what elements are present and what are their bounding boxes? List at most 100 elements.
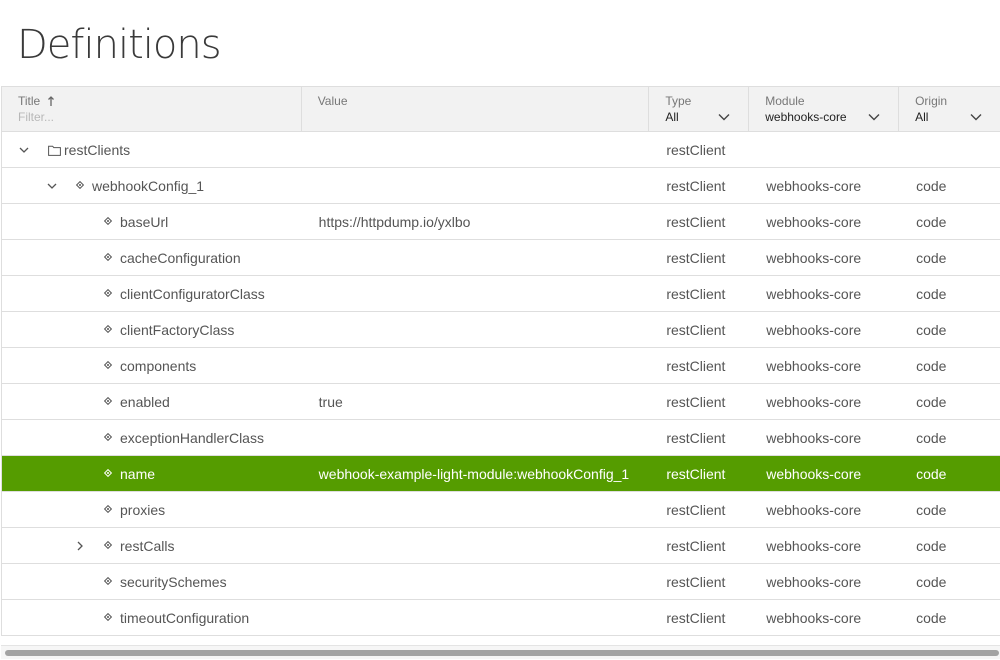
- cell-origin: code: [916, 357, 947, 374]
- cell-title: webhookConfig_1: [2, 168, 302, 203]
- table-row[interactable]: proxies restClient webhooks-core code: [2, 492, 1000, 528]
- row-title-label: cacheConfiguration: [120, 250, 241, 266]
- cell-origin: code: [916, 321, 947, 338]
- cell-origin: code: [916, 249, 947, 266]
- cell-title: proxies: [2, 492, 302, 527]
- cell-module: webhooks-core: [766, 213, 862, 230]
- cell-value: [302, 312, 650, 347]
- chevron-right-icon[interactable]: [74, 540, 86, 552]
- cell-module: webhooks-core: [766, 465, 862, 482]
- chevron-down-icon[interactable]: [718, 113, 730, 121]
- cell-origin: code: [916, 609, 947, 626]
- cell-module: webhooks-core: [766, 177, 862, 194]
- cell-title: clientFactoryClass: [2, 312, 302, 347]
- cell-origin: code: [916, 213, 947, 230]
- cell-origin: code: [916, 573, 947, 590]
- grid-body: restClients restClient webhookConfig_1 rest…: [2, 132, 1000, 636]
- cell-module: webhooks-core: [766, 537, 862, 554]
- cell-type: restClient: [666, 357, 726, 374]
- cell-title: restClients: [2, 132, 302, 167]
- chevron-down-icon[interactable]: [18, 144, 30, 156]
- cell-title: clientConfiguratorClass: [2, 276, 302, 311]
- table-row[interactable]: webhookConfig_1 restClient webhooks-core co…: [2, 168, 1000, 204]
- row-title-label: exceptionHandlerClass: [120, 430, 264, 446]
- property-icon: [104, 217, 112, 225]
- cell-value: [302, 528, 650, 563]
- cell-title: timeoutConfiguration: [2, 600, 302, 635]
- cell-title: exceptionHandlerClass: [2, 420, 302, 455]
- cell-type: restClient: [666, 177, 726, 194]
- cell-title: name: [2, 456, 302, 491]
- property-icon: [104, 433, 112, 441]
- column-title-label: Title: [18, 94, 41, 108]
- column-origin-label: Origin: [915, 94, 948, 108]
- chevron-down-icon[interactable]: [868, 113, 880, 121]
- type-filter-select[interactable]: All: [665, 110, 748, 124]
- cell-module: webhooks-core: [766, 429, 862, 446]
- property-icon: [104, 469, 112, 477]
- table-row[interactable]: restCalls restClient webhooks-core code: [2, 528, 1000, 564]
- property-icon: [104, 289, 112, 297]
- cell-value: [302, 276, 650, 311]
- cell-origin: code: [916, 501, 947, 518]
- table-row[interactable]: cacheConfiguration restClient webhooks-cor…: [2, 240, 1000, 276]
- table-row-selected[interactable]: name webhook-example-light-module:webhook…: [2, 456, 1000, 492]
- cell-type: restClient: [666, 249, 726, 266]
- column-header-type[interactable]: Type All: [649, 87, 750, 131]
- cell-title: components: [2, 348, 302, 383]
- cell-module: webhooks-core: [766, 249, 862, 266]
- row-title-label: clientConfiguratorClass: [120, 286, 265, 302]
- table-row[interactable]: components restClient webhooks-core code: [2, 348, 1000, 384]
- cell-module: [749, 132, 899, 167]
- chevron-down-icon[interactable]: [46, 180, 58, 192]
- cell-module: webhooks-core: [766, 609, 862, 626]
- table-row[interactable]: restClients restClient: [2, 132, 1000, 168]
- row-title-label: timeoutConfiguration: [120, 610, 250, 626]
- scrollbar-thumb[interactable]: [5, 650, 999, 656]
- cell-type: restClient: [666, 537, 726, 554]
- cell-value: https://httpdump.io/yxlbo: [318, 213, 471, 230]
- column-header-module[interactable]: Module webhooks-core: [749, 87, 900, 131]
- cell-module: webhooks-core: [766, 393, 862, 410]
- cell-value: [302, 348, 650, 383]
- origin-filter-select[interactable]: All: [915, 110, 1000, 124]
- column-value-label: Value: [317, 94, 348, 108]
- column-header-origin[interactable]: Origin All: [899, 87, 1000, 131]
- cell-type: restClient: [666, 429, 726, 446]
- row-title-label: name: [120, 466, 156, 482]
- cell-value: [302, 420, 650, 455]
- chevron-down-icon[interactable]: [970, 113, 982, 121]
- column-type-label: Type: [665, 94, 692, 108]
- property-icon: [104, 541, 112, 549]
- cell-value: [302, 168, 650, 203]
- cell-value: [302, 600, 650, 635]
- row-title-label: proxies: [120, 502, 166, 518]
- cell-title: enabled: [2, 384, 302, 419]
- row-title-label: restClients: [64, 142, 131, 158]
- column-header-title[interactable]: Title Filter...: [2, 87, 302, 131]
- cell-type: restClient: [666, 573, 726, 590]
- cell-origin: [899, 132, 1000, 167]
- cell-origin: code: [916, 285, 947, 302]
- table-row[interactable]: securitySchemes restClient webhooks-core co…: [2, 564, 1000, 600]
- column-header-value[interactable]: Value: [302, 87, 650, 131]
- horizontal-scrollbar[interactable]: [1, 645, 1000, 659]
- table-row[interactable]: clientFactoryClass restClient webhooks-cor…: [2, 312, 1000, 348]
- cell-origin: code: [916, 393, 947, 410]
- sort-ascending-icon[interactable]: [47, 96, 55, 106]
- property-icon: [104, 577, 112, 585]
- table-row[interactable]: timeoutConfiguration restClient webhooks-c…: [2, 600, 1000, 636]
- row-title-label: enabled: [120, 394, 170, 410]
- cell-origin: code: [916, 177, 947, 194]
- row-title-label: baseUrl: [120, 214, 169, 230]
- cell-value: webhook-example-light-module:webhookConf…: [318, 465, 630, 482]
- title-filter-input[interactable]: Filter...: [18, 110, 301, 124]
- table-row[interactable]: baseUrl https://httpdump.io/yxlbo restClie…: [2, 204, 1000, 240]
- property-icon: [104, 253, 112, 261]
- table-row[interactable]: clientConfiguratorClass restClient webhook…: [2, 276, 1000, 312]
- property-icon: [104, 361, 112, 369]
- grid-header: Title Filter... Value Type All Module we…: [2, 86, 1000, 132]
- table-row[interactable]: exceptionHandlerClass restClient webhooks-…: [2, 420, 1000, 456]
- cell-module: webhooks-core: [766, 285, 862, 302]
- table-row[interactable]: enabled true restClient webhooks-core code: [2, 384, 1000, 420]
